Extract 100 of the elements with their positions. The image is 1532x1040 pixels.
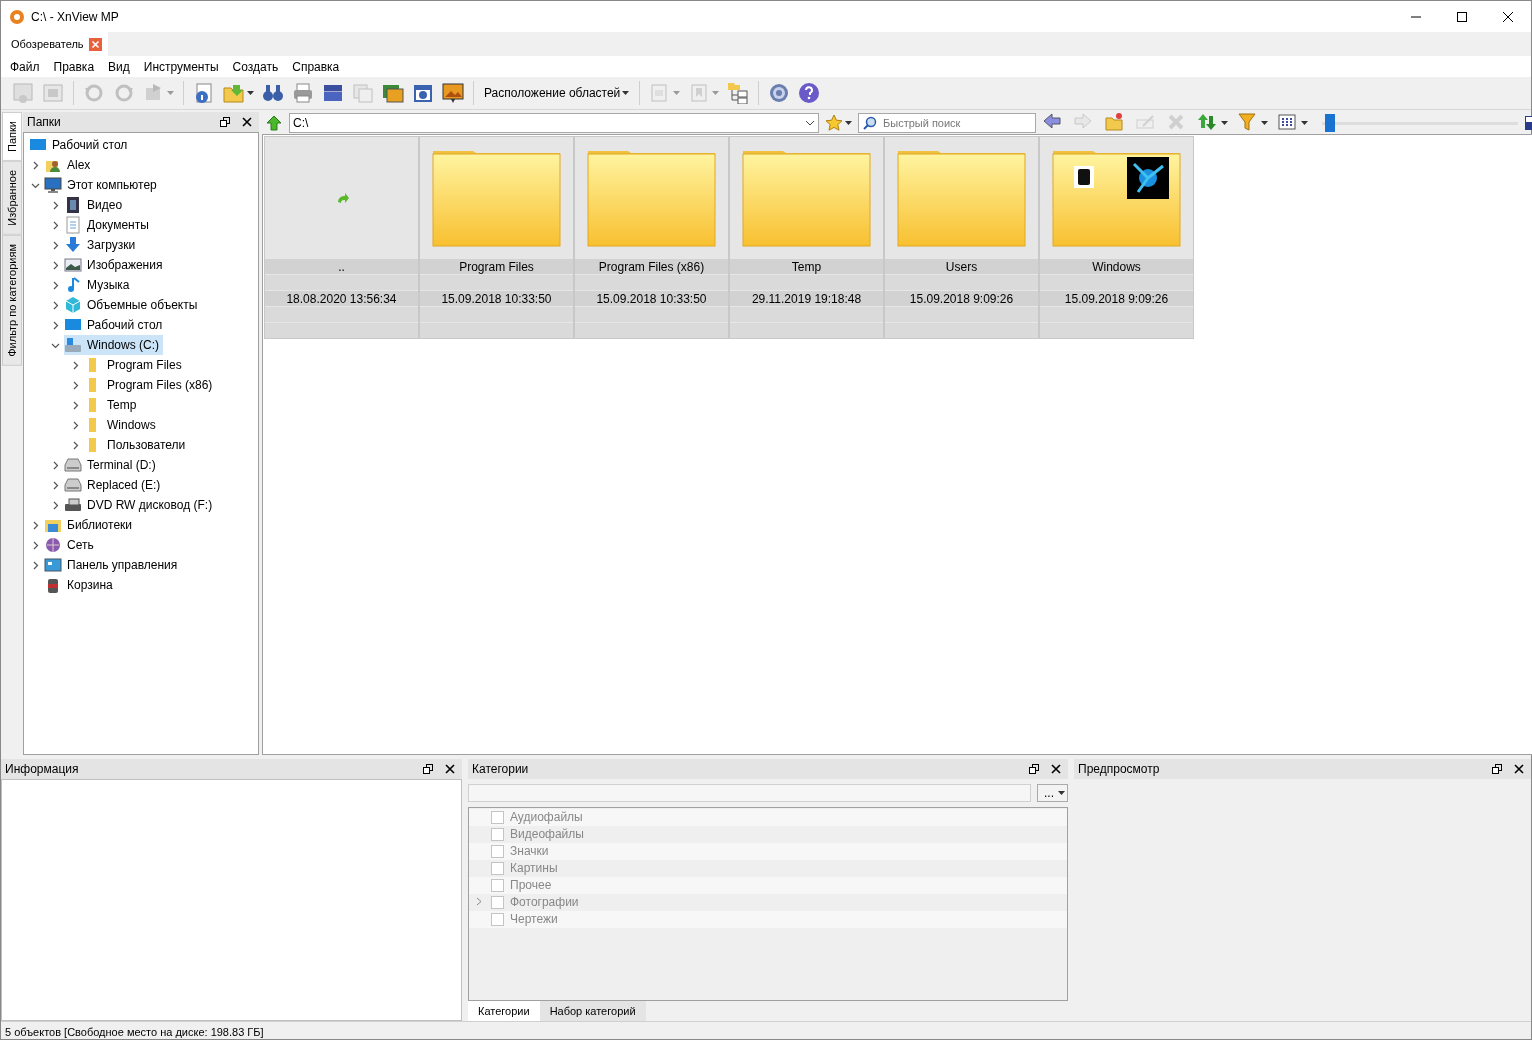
undock-button[interactable] <box>420 764 436 774</box>
checkbox[interactable] <box>491 810 504 824</box>
tree-item[interactable]: Alex <box>44 155 95 175</box>
close-button[interactable] <box>1511 764 1527 774</box>
checkbox[interactable] <box>491 861 504 875</box>
menu-item[interactable]: Справка <box>285 59 347 74</box>
file-date: 18.08.2020 13:56:34 <box>265 290 418 307</box>
star-icon <box>825 114 843 132</box>
chevron-icon <box>805 120 815 126</box>
tree-item[interactable]: Этот компьютер <box>44 175 161 195</box>
cube-icon <box>64 296 82 314</box>
panel-tab[interactable]: Категории <box>468 1001 540 1021</box>
scanner-icon <box>322 82 344 104</box>
undock-button[interactable] <box>1489 764 1505 774</box>
slideshow-icon <box>442 82 464 104</box>
close-icon <box>88 37 102 51</box>
document-tab[interactable]: Обозреватель <box>1 32 108 56</box>
close-button[interactable] <box>1048 764 1064 774</box>
search-icon <box>863 116 877 130</box>
caret-icon <box>673 91 681 95</box>
drive-icon <box>64 336 82 354</box>
thumbnail-card[interactable]: Program Files (x86) 15.09.2018 10:33:50 <box>574 136 729 339</box>
panel-title: Предпросмотр <box>1078 762 1161 776</box>
category-filter-field[interactable] <box>468 783 1031 802</box>
caret-icon <box>247 91 254 95</box>
thumbnail-card[interactable]: Windows 15.09.2018 9:09:26 <box>1039 136 1194 339</box>
thumbnail-card[interactable]: Program Files 15.09.2018 10:33:50 <box>419 136 574 339</box>
menu-item[interactable]: Файл <box>3 59 47 74</box>
close-icon <box>1514 764 1524 774</box>
undock-button[interactable] <box>1026 764 1042 774</box>
dvd-drive-icon <box>64 496 82 514</box>
file-date: 15.09.2018 9:09:26 <box>885 290 1038 307</box>
thumbnail-size-slider[interactable] <box>1322 113 1518 133</box>
layout-menu-button[interactable]: Расположение областей <box>480 79 634 107</box>
address-field[interactable]: C:\ <box>289 113 819 133</box>
side-tab[interactable]: Избранное <box>2 160 22 235</box>
settings-icon <box>768 82 791 104</box>
options-button[interactable]: ... <box>1037 783 1068 802</box>
tree-item[interactable]: Program Files <box>84 355 186 375</box>
tree-item[interactable]: Рабочий стол <box>64 315 167 335</box>
checkbox[interactable] <box>491 912 504 926</box>
tree-item[interactable]: Панель управления <box>44 555 182 575</box>
close-button[interactable] <box>442 764 458 774</box>
tree-item[interactable]: Windows (C:) <box>64 335 163 355</box>
tree-item[interactable]: Изображения <box>64 255 167 275</box>
tree-item[interactable]: Program Files (x86) <box>84 375 217 395</box>
tree-item[interactable]: Temp <box>84 395 141 415</box>
control-panel-icon <box>44 556 62 574</box>
category-label: Видеофайлы <box>510 827 584 842</box>
caret-icon <box>622 91 630 95</box>
tree-item[interactable]: Сеть <box>44 535 98 555</box>
panel-tab[interactable]: Набор категорий <box>539 1001 646 1021</box>
caret-icon <box>712 91 720 95</box>
up-arrow-icon <box>265 114 283 132</box>
binoculars-icon <box>262 82 284 104</box>
tree-item[interactable]: DVD RW дисковод (F:) <box>64 495 217 515</box>
menu-item[interactable]: Вид <box>101 59 137 74</box>
maximize-icon <box>1454 10 1470 23</box>
checkbox[interactable] <box>491 895 504 909</box>
thumbnail-card[interactable]: Temp 29.11.2019 19:18:48 <box>729 136 884 339</box>
fullscreen-icon <box>42 82 64 104</box>
folder-tree-icon <box>727 82 750 104</box>
thumbnail-card[interactable]: .. 18.08.2020 13:56:34 <box>264 136 419 339</box>
drive-icon <box>64 456 82 474</box>
caret-icon <box>1058 790 1065 795</box>
rotate-right-icon <box>113 82 135 104</box>
tree-item[interactable]: Корзина <box>44 575 117 595</box>
side-tab[interactable]: Фильтр по категориям <box>2 234 22 366</box>
restore-icon <box>1029 764 1039 774</box>
tree-item[interactable]: Загрузки <box>64 235 140 255</box>
tree-item[interactable]: Объемные объекты <box>64 295 202 315</box>
close-icon <box>445 764 455 774</box>
images-icon <box>382 82 404 104</box>
caret-icon <box>1261 121 1268 125</box>
tree-item[interactable]: Музыка <box>64 275 134 295</box>
tree-item[interactable]: Видео <box>64 195 127 215</box>
menu-item[interactable]: Инструменты <box>136 59 226 74</box>
tree-item[interactable]: Windows <box>84 415 160 435</box>
menu-item[interactable]: Правка <box>46 59 102 74</box>
checkbox[interactable] <box>491 844 504 858</box>
tree-item[interactable]: Terminal (D:) <box>64 455 160 475</box>
close-button[interactable] <box>239 117 255 127</box>
tree-item[interactable]: Библиотеки <box>44 515 136 535</box>
undock-button[interactable] <box>217 117 233 127</box>
side-tab[interactable]: Папки <box>2 112 22 161</box>
file-name: Users <box>885 258 1038 275</box>
caret-icon <box>1221 121 1228 125</box>
checkbox[interactable] <box>491 827 504 841</box>
printer-icon <box>292 82 314 104</box>
rotate-left-icon <box>83 82 105 104</box>
slider-thumb[interactable] <box>1324 114 1335 132</box>
thumbnail-card[interactable]: Users 15.09.2018 9:09:26 <box>884 136 1039 339</box>
file-name: Program Files <box>420 258 573 275</box>
menu-item[interactable]: Создать <box>225 59 286 74</box>
tree-item[interactable]: Пользователи <box>84 435 190 455</box>
tree-item[interactable]: Документы <box>64 215 153 235</box>
tree-item[interactable]: Рабочий стол <box>29 135 132 155</box>
checkbox[interactable] <box>491 878 504 892</box>
tree-item[interactable]: Replaced (E:) <box>64 475 165 495</box>
search-field[interactable]: Быстрый поиск <box>858 113 1036 133</box>
